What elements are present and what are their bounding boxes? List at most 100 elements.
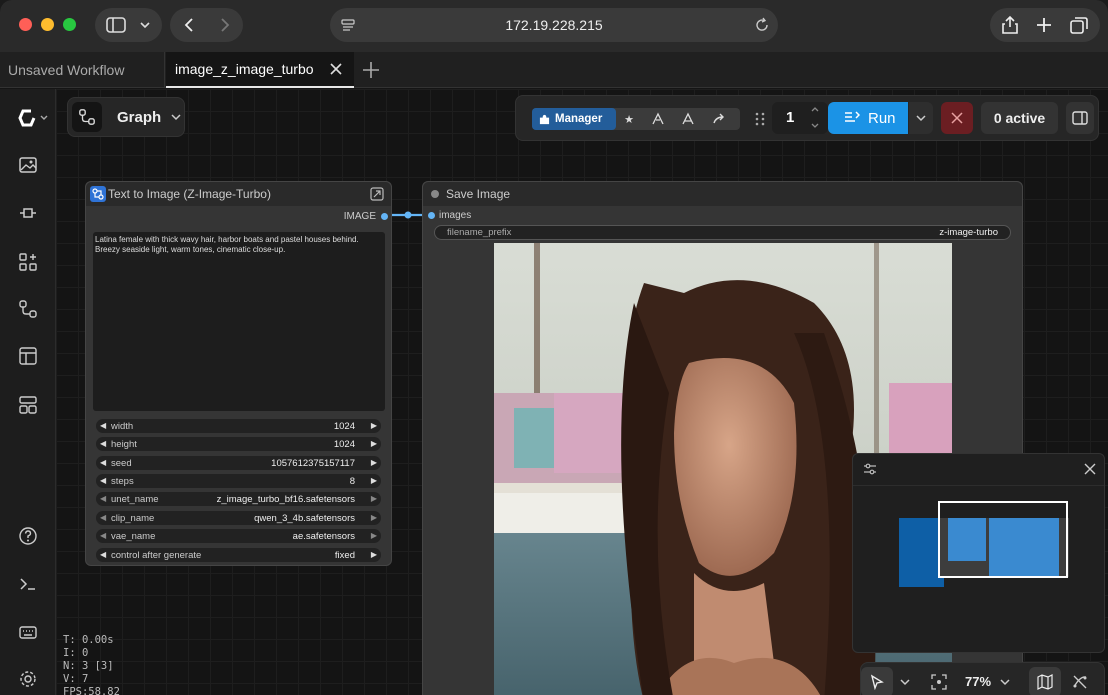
new-tab-icon[interactable] [1035, 16, 1053, 34]
node-title-bar[interactable]: Text to Image (Z-Image-Turbo) [86, 182, 391, 206]
decrement-arrow-icon[interactable]: ◀ [100, 421, 106, 430]
control-after-generate-widget[interactable]: ◀ control after generate fixed ▶ [96, 548, 381, 562]
increment-arrow-icon[interactable]: ▶ [371, 421, 377, 430]
run-options-button[interactable] [909, 102, 933, 134]
fit-view-icon[interactable] [931, 674, 947, 690]
stat-fps: FPS:58.82 [63, 686, 120, 695]
node-collapse-dot[interactable] [431, 190, 439, 198]
chevron-down-icon [916, 115, 926, 122]
images-icon[interactable] [18, 155, 38, 175]
tab-label: Unsaved Workflow [8, 62, 125, 78]
prompt-textarea[interactable]: Latina female with thick wavy hair, harb… [93, 232, 385, 411]
drag-handle-icon[interactable] [754, 111, 766, 127]
chevron-down-icon [171, 114, 181, 121]
increment-icon[interactable] [810, 105, 820, 115]
graph-mode-button[interactable]: Graph [67, 97, 185, 137]
templates-icon[interactable] [18, 346, 38, 366]
comfy-logo-icon[interactable] [17, 108, 49, 128]
vae-name-widget[interactable]: ◀ vae_name ae.safetensors ▶ [96, 529, 381, 543]
steps-widget[interactable]: ◀ steps 8 ▶ [96, 474, 381, 488]
zoom-level[interactable]: 77% [965, 674, 991, 689]
decrement-arrow-icon[interactable]: ◀ [100, 476, 106, 485]
add-tab-icon[interactable] [360, 59, 382, 81]
decrement-icon[interactable] [810, 120, 820, 130]
filename-prefix-field[interactable]: filename_prefix z-image-turbo [434, 225, 1011, 240]
chevron-down-icon[interactable] [999, 677, 1011, 687]
queue-count-stepper[interactable]: 1 [772, 102, 828, 134]
decrement-arrow-icon[interactable]: ◀ [100, 458, 106, 467]
minimap-toggle-button[interactable] [1029, 667, 1061, 695]
reload-icon[interactable] [754, 17, 770, 33]
tab-image-z-image-turbo[interactable]: image_z_image_turbo [166, 52, 354, 88]
model-library-icon[interactable] [18, 203, 38, 223]
terminal-icon[interactable] [18, 574, 38, 594]
minimap-view[interactable] [853, 487, 1106, 652]
minimap-panel[interactable] [852, 453, 1105, 653]
expand-icon[interactable] [370, 187, 384, 201]
increment-arrow-icon[interactable]: ▶ [371, 494, 377, 503]
output-slot[interactable] [381, 213, 388, 220]
active-queue-button[interactable]: 0 active [981, 102, 1058, 134]
back-icon[interactable] [180, 15, 200, 35]
input-slot[interactable] [428, 212, 435, 219]
settings-icon[interactable] [18, 669, 38, 689]
decrement-arrow-icon[interactable]: ◀ [100, 513, 106, 522]
width-widget[interactable]: ◀ width 1024 ▶ [96, 419, 381, 433]
share-arrow-icon[interactable] [711, 111, 727, 127]
clip-name-widget[interactable]: ◀ clip_name qwen_3_4b.safetensors ▶ [96, 511, 381, 525]
settings-sliders-icon[interactable] [863, 462, 877, 476]
node-title-bar[interactable]: Save Image [423, 182, 1022, 206]
select-tool-button[interactable] [861, 667, 893, 695]
keyboard-icon[interactable] [18, 622, 38, 642]
manager-button[interactable]: Manager [532, 108, 616, 130]
close-icon[interactable] [1084, 463, 1096, 475]
increment-arrow-icon[interactable]: ▶ [371, 513, 377, 522]
help-icon[interactable] [18, 526, 38, 546]
prune-icon[interactable] [650, 111, 666, 127]
tab-label: image_z_image_turbo [175, 61, 314, 77]
text-to-image-node[interactable]: Text to Image (Z-Image-Turbo) IMAGE Lati… [85, 181, 392, 566]
stat-i: I: 0 [63, 647, 89, 659]
decrement-arrow-icon[interactable]: ◀ [100, 494, 106, 503]
node-library-icon[interactable] [18, 252, 38, 272]
tab-unsaved-workflow[interactable]: Unsaved Workflow [0, 52, 165, 88]
increment-arrow-icon[interactable]: ▶ [371, 531, 377, 540]
chevron-down-icon[interactable] [899, 677, 911, 687]
decrement-arrow-icon[interactable]: ◀ [100, 550, 106, 559]
height-widget[interactable]: ◀ height 1024 ▶ [96, 437, 381, 451]
link-visibility-icon[interactable] [1072, 674, 1088, 690]
close-icon[interactable] [328, 61, 344, 77]
zoom-window-button[interactable] [63, 18, 76, 31]
forward-icon[interactable] [214, 15, 234, 35]
unet-name-widget[interactable]: ◀ unet_name z_image_turbo_bf16.safetensors… [96, 492, 381, 506]
page-info-icon[interactable] [340, 17, 356, 33]
address-bar[interactable]: 172.19.228.215 [330, 8, 778, 42]
tab-overview-icon[interactable] [1069, 15, 1089, 35]
close-window-button[interactable] [19, 18, 32, 31]
star-icon[interactable]: ★ [621, 111, 637, 127]
cancel-run-button[interactable] [941, 102, 973, 134]
workflows-icon[interactable] [18, 299, 38, 319]
widget-value: z_image_turbo_bf16.safetensors [216, 494, 355, 505]
run-button[interactable]: Run [828, 102, 908, 134]
increment-arrow-icon[interactable]: ▶ [371, 458, 377, 467]
decrement-arrow-icon[interactable]: ◀ [100, 439, 106, 448]
layout-icon[interactable] [18, 395, 38, 415]
decrement-arrow-icon[interactable]: ◀ [100, 531, 106, 540]
increment-arrow-icon[interactable]: ▶ [371, 550, 377, 559]
widget-label: vae_name [111, 531, 156, 542]
minimize-window-button[interactable] [41, 18, 54, 31]
manager-group: Manager ★ [532, 108, 740, 130]
broom-icon[interactable] [680, 111, 696, 127]
sidebar-toggle-button[interactable] [95, 8, 162, 42]
input-label: images [439, 210, 472, 221]
left-sidebar [0, 89, 56, 695]
increment-arrow-icon[interactable]: ▶ [371, 439, 377, 448]
seed-widget[interactable]: ◀ seed 1057612375157117 ▶ [96, 456, 381, 470]
share-icon[interactable] [1001, 15, 1019, 35]
browser-actions [990, 8, 1100, 42]
increment-arrow-icon[interactable]: ▶ [371, 476, 377, 485]
run-queue-icon [845, 111, 860, 122]
toggle-panel-button[interactable] [1066, 102, 1094, 134]
browser-toolbar: 172.19.228.215 [0, 0, 1108, 52]
